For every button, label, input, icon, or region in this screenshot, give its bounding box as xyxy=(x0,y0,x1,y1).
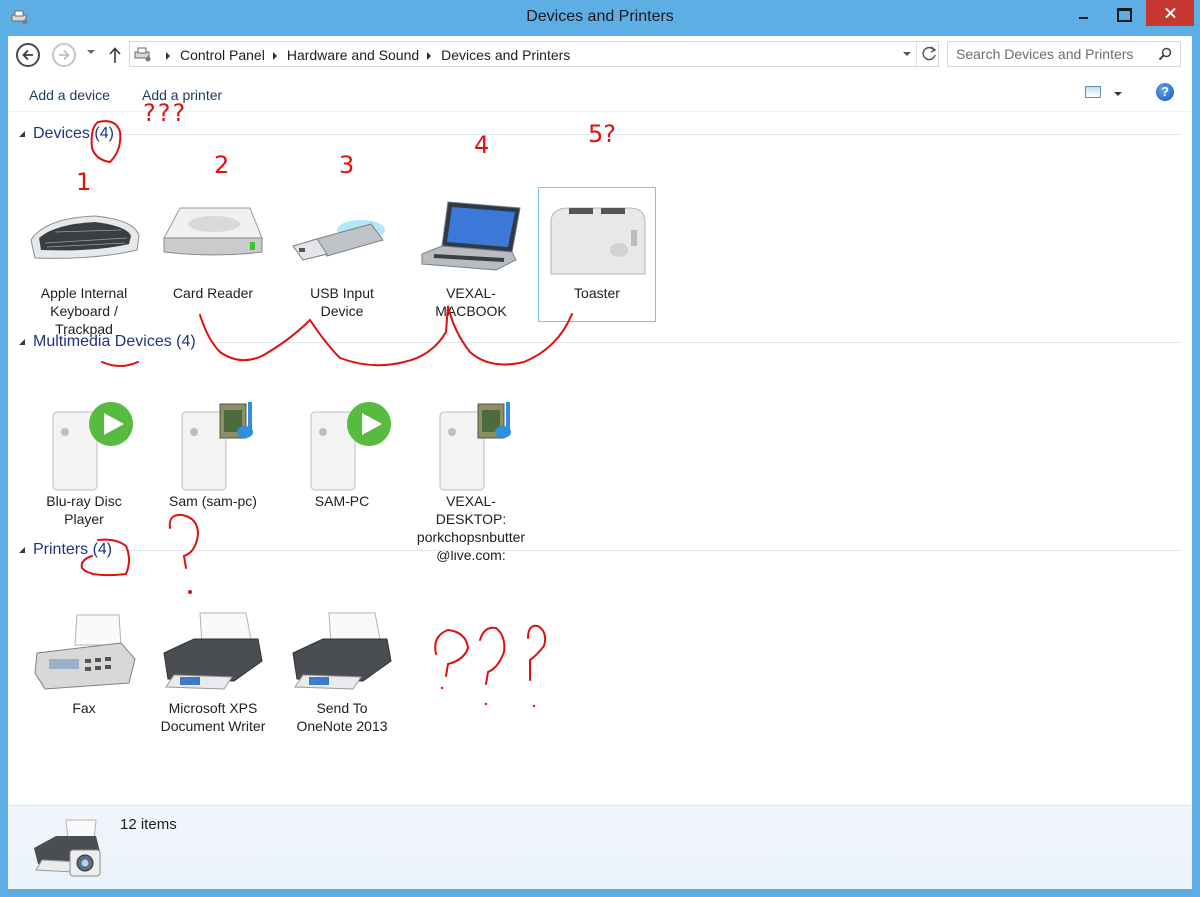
add-device-button[interactable]: Add a device xyxy=(29,87,110,103)
annotation-number: 2 xyxy=(214,151,230,179)
refresh-icon xyxy=(922,46,937,61)
chevron-right-icon[interactable] xyxy=(427,51,432,60)
search-box[interactable] xyxy=(947,41,1181,67)
device-label: Card Reader xyxy=(172,285,254,301)
collapse-arrow-icon[interactable] xyxy=(19,131,25,137)
view-options-dropdown[interactable] xyxy=(1114,92,1122,96)
media-player-icon xyxy=(25,396,143,492)
up-arrow-icon[interactable] xyxy=(108,46,122,64)
forward-arrow-icon xyxy=(59,49,70,61)
change-view-icon[interactable] xyxy=(1085,86,1101,98)
group-header-multimedia[interactable]: Multimedia Devices (4) xyxy=(8,331,1192,353)
group-title-multimedia: Multimedia Devices (4) xyxy=(33,333,196,350)
usb-drive-icon xyxy=(283,188,401,284)
window: Devices and Printers Control Panel Hardw… xyxy=(0,0,1200,897)
printer-icon xyxy=(283,603,401,699)
annotation-number: 1 xyxy=(76,168,92,196)
annotation-number: 3 xyxy=(339,151,355,179)
collapse-arrow-icon[interactable] xyxy=(19,547,25,553)
divider xyxy=(118,550,1182,551)
close-button[interactable] xyxy=(1146,0,1194,26)
breadcrumb: Control Panel Hardware and Sound Devices a… xyxy=(158,47,570,63)
breadcrumb-devices-and-printers[interactable]: Devices and Printers xyxy=(441,47,570,63)
item-count: 12 items xyxy=(120,816,177,833)
back-button[interactable] xyxy=(16,43,40,67)
breadcrumb-control-panel[interactable]: Control Panel xyxy=(180,47,265,63)
device-item[interactable]: SAM-PC xyxy=(283,396,401,510)
device-label: Toaster xyxy=(574,285,620,301)
minimize-button[interactable] xyxy=(1067,0,1099,26)
device-label: Apple Internal Keyboard / Trackpad xyxy=(40,285,128,337)
address-bar[interactable]: Control Panel Hardware and Sound Devices a… xyxy=(129,41,939,67)
chevron-right-icon[interactable] xyxy=(166,51,170,60)
device-label: Sam (sam-pc) xyxy=(169,493,257,509)
device-item[interactable]: USB Input Device xyxy=(283,188,401,320)
group-title-devices: Devices (4) xyxy=(33,125,114,142)
breadcrumb-hardware-and-sound[interactable]: Hardware and Sound xyxy=(287,47,419,63)
laptop-icon xyxy=(412,188,530,284)
recent-locations-dropdown[interactable] xyxy=(87,50,95,54)
device-label: Send To OneNote 2013 xyxy=(296,700,388,734)
group-title-printers: Printers (4) xyxy=(33,541,113,558)
toaster-icon xyxy=(539,188,657,284)
chevron-right-icon[interactable] xyxy=(272,51,277,60)
media-player-icon xyxy=(283,396,401,492)
device-label: Fax xyxy=(72,700,96,716)
maximize-button[interactable] xyxy=(1105,0,1141,26)
search-icon[interactable] xyxy=(1158,47,1172,61)
device-item[interactable]: Microsoft XPS Document Writer xyxy=(154,603,272,735)
device-item[interactable]: Fax xyxy=(25,603,143,717)
device-item[interactable]: Send To OneNote 2013 xyxy=(283,603,401,735)
device-item[interactable]: Blu-ray Disc Player xyxy=(25,396,143,528)
search-input[interactable] xyxy=(948,42,1153,66)
devices-printers-icon xyxy=(134,47,151,62)
annotation-number: 5? xyxy=(588,120,617,148)
device-label: Blu-ray Disc Player xyxy=(46,493,122,527)
fax-icon xyxy=(25,603,143,699)
group-header-printers[interactable]: Printers (4) xyxy=(8,539,1192,561)
explorer-pane: Control Panel Hardware and Sound Devices a… xyxy=(8,36,1192,889)
divider xyxy=(113,134,1182,135)
annotation-question-marks: ??? xyxy=(143,99,188,127)
back-arrow-icon xyxy=(22,49,33,61)
keyboard-icon xyxy=(25,188,143,284)
media-server-icon xyxy=(154,396,272,492)
address-dropdown[interactable] xyxy=(903,52,911,56)
devices-printers-icon xyxy=(34,819,101,877)
forward-button[interactable] xyxy=(52,43,76,67)
device-label: USB Input Device xyxy=(310,285,374,319)
drive-icon xyxy=(154,188,272,284)
refresh-button[interactable] xyxy=(916,42,940,66)
device-item-selected[interactable]: Toaster xyxy=(538,187,656,322)
help-icon[interactable]: ? xyxy=(1156,83,1174,101)
device-item[interactable]: VEXAL-MACBOOK xyxy=(412,188,530,320)
device-label: VEXAL-MACBOOK xyxy=(435,285,507,319)
device-item[interactable]: Sam (sam-pc) xyxy=(154,396,272,510)
device-label: Microsoft XPS Document Writer xyxy=(160,700,266,734)
title-bar[interactable]: Devices and Printers xyxy=(0,0,1200,36)
media-server-icon xyxy=(412,396,530,492)
annotation-number: 4 xyxy=(474,131,490,159)
window-title: Devices and Printers xyxy=(526,8,674,25)
collapse-arrow-icon[interactable] xyxy=(19,339,25,345)
device-label: SAM-PC xyxy=(314,493,370,509)
device-item[interactable]: Apple Internal Keyboard / Trackpad xyxy=(25,188,143,338)
status-bar: 12 items xyxy=(8,805,1192,889)
divider xyxy=(208,342,1182,343)
printer-icon xyxy=(154,603,272,699)
navigation-bar: Control Panel Hardware and Sound Devices a… xyxy=(8,36,1192,74)
device-list: Devices (4) Apple Internal Keyboard / Tr… xyxy=(8,113,1192,805)
device-item[interactable]: Card Reader xyxy=(154,188,272,302)
